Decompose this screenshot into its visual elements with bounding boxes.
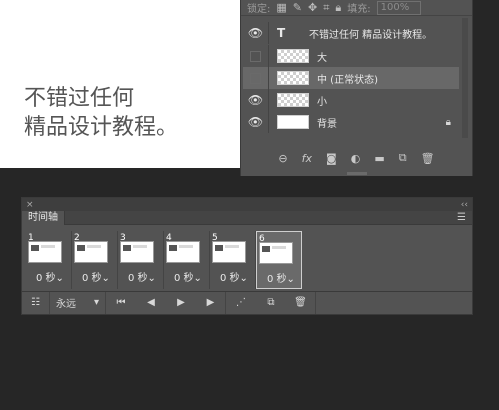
- timeline-titlebar: × ‹‹: [22, 198, 472, 211]
- new-layer-icon[interactable]: ⧉: [399, 151, 407, 165]
- resize-grip[interactable]: [347, 172, 367, 175]
- chevron-down-icon: ▾: [93, 297, 99, 308]
- delete-frame-icon[interactable]: 🗑︎: [286, 291, 316, 314]
- frame[interactable]: 3 0 秒⌄: [118, 231, 164, 289]
- previous-frame-icon[interactable]: ◀︎: [136, 292, 166, 314]
- loop-value: 永远: [56, 299, 76, 310]
- fill-label: 填充:: [347, 4, 371, 15]
- frame-delay[interactable]: 0 秒⌄: [36, 269, 64, 284]
- visibility-toggle[interactable]: [243, 45, 269, 67]
- lock-brush-icon[interactable]: ✎: [293, 1, 302, 14]
- mask-icon[interactable]: ◙: [326, 152, 337, 165]
- adjustment-icon[interactable]: ◐: [351, 152, 361, 165]
- fill-input[interactable]: 100%: [376, 0, 421, 15]
- play-icon[interactable]: ▶︎: [166, 292, 196, 314]
- frame-thumbnail: [166, 241, 200, 263]
- convert-timeline-icon[interactable]: ☷: [22, 291, 50, 314]
- layer-row-medium[interactable]: 中 (正常状态): [243, 67, 459, 89]
- frame-selected[interactable]: 6 0 秒⌄: [256, 231, 302, 289]
- frame-strip: 1 0 秒⌄ 2 0 秒⌄ 3 0 秒⌄ 4 0 秒⌄ 5 0 秒⌄ 6 0 秒…: [26, 231, 302, 289]
- visibility-off-box: [250, 72, 261, 84]
- link-icon[interactable]: ⊖: [278, 152, 287, 165]
- layers-panel: 锁定: ▦ ✎ ✥ ⌗ 🔒︎ 填充: 100% 👁︎ T 不错过任何 精品设计教…: [240, 0, 473, 176]
- canvas-text: 不错过任何 精品设计教程。: [24, 84, 178, 142]
- layer-name: 大: [317, 52, 327, 64]
- fx-icon[interactable]: fx: [302, 152, 312, 165]
- visibility-toggle[interactable]: 👁︎: [243, 22, 269, 44]
- frame-delay[interactable]: 0 秒⌄: [82, 269, 110, 284]
- frame-thumbnail: [212, 241, 246, 263]
- close-icon[interactable]: ×: [26, 200, 34, 210]
- frame-delay[interactable]: 0 秒⌄: [128, 269, 156, 284]
- timeline-controls: ☷ 永远 ▾ ⏮ ◀︎ ▶︎ ▶︎ ⋰ ⧉ 🗑︎: [22, 291, 472, 314]
- layer-thumbnail: [277, 93, 309, 107]
- frame[interactable]: 2 0 秒⌄: [72, 231, 118, 289]
- frame-delay[interactable]: 0 秒⌄: [267, 270, 295, 285]
- eye-icon: 👁︎: [247, 115, 264, 129]
- text-layer-icon: T: [277, 26, 286, 40]
- frame-thumbnail: [74, 241, 108, 263]
- eye-icon: 👁︎: [247, 26, 264, 40]
- visibility-toggle[interactable]: [243, 67, 269, 89]
- folder-icon[interactable]: ▬: [374, 152, 384, 165]
- lock-row: 锁定: ▦ ✎ ✥ ⌗ 🔒︎ 填充: 100%: [241, 0, 472, 16]
- lock-artboard-icon[interactable]: ⌗: [323, 1, 329, 15]
- frame-thumbnail: [259, 242, 293, 264]
- layer-row-text[interactable]: 👁︎ T 不错过任何 精品设计教程。: [243, 22, 459, 44]
- first-frame-icon[interactable]: ⏮: [106, 292, 136, 314]
- panel-menu-icon[interactable]: ☰: [457, 212, 466, 223]
- layer-row-small[interactable]: 👁︎ 小: [243, 89, 459, 111]
- timeline-panel: × ‹‹ 时间轴 ☰ 1 0 秒⌄ 2 0 秒⌄ 3 0 秒⌄ 4 0 秒⌄ 5: [21, 197, 473, 315]
- frame-thumbnail: [28, 241, 62, 263]
- frame[interactable]: 5 0 秒⌄: [210, 231, 256, 289]
- layer-row-large[interactable]: 大: [243, 45, 459, 67]
- lock-icon: 🔒︎: [445, 116, 451, 128]
- lock-transparent-icon[interactable]: ▦: [276, 1, 286, 14]
- lock-move-icon[interactable]: ✥: [308, 1, 317, 14]
- layer-name: 背景: [317, 118, 337, 130]
- trash-icon[interactable]: 🗑︎: [421, 152, 435, 165]
- layer-name: 不错过任何 精品设计教程。: [309, 29, 433, 41]
- layer-name: 中 (正常状态): [317, 74, 378, 86]
- frame[interactable]: 4 0 秒⌄: [164, 231, 210, 289]
- layer-thumbnail: [277, 115, 309, 129]
- canvas-text-line1: 不错过任何: [24, 86, 135, 111]
- frame-delay[interactable]: 0 秒⌄: [220, 269, 248, 284]
- visibility-off-box: [250, 50, 261, 62]
- collapse-icon[interactable]: ‹‹: [461, 200, 468, 210]
- layers-scrollbar[interactable]: [462, 18, 468, 138]
- tab-timeline[interactable]: 时间轴: [22, 210, 65, 225]
- lock-label: 锁定:: [247, 4, 271, 15]
- frame-delay[interactable]: 0 秒⌄: [174, 269, 202, 284]
- loop-select[interactable]: 永远 ▾: [50, 291, 106, 314]
- layers-footer: ⊖ fx ◙ ◐ ▬ ⧉ 🗑︎: [241, 145, 472, 171]
- layer-row-background[interactable]: 👁︎ 背景 🔒︎: [243, 111, 459, 133]
- tween-icon[interactable]: ⋰: [226, 292, 256, 314]
- layer-thumbnail: [277, 71, 309, 85]
- layer-name: 小: [317, 96, 327, 108]
- layer-thumbnail: [277, 49, 309, 63]
- frame[interactable]: 1 0 秒⌄: [26, 231, 72, 289]
- timeline-header: 时间轴 ☰: [22, 210, 472, 225]
- frame-thumbnail: [120, 241, 154, 263]
- canvas-text-line2: 精品设计教程。: [24, 115, 179, 140]
- duplicate-frame-icon[interactable]: ⧉: [256, 292, 286, 314]
- next-frame-icon[interactable]: ▶︎: [196, 291, 226, 314]
- lock-all-icon[interactable]: 🔒︎: [335, 1, 341, 15]
- visibility-toggle[interactable]: 👁︎: [243, 89, 269, 111]
- eye-icon: 👁︎: [247, 93, 264, 107]
- visibility-toggle[interactable]: 👁︎: [243, 111, 269, 133]
